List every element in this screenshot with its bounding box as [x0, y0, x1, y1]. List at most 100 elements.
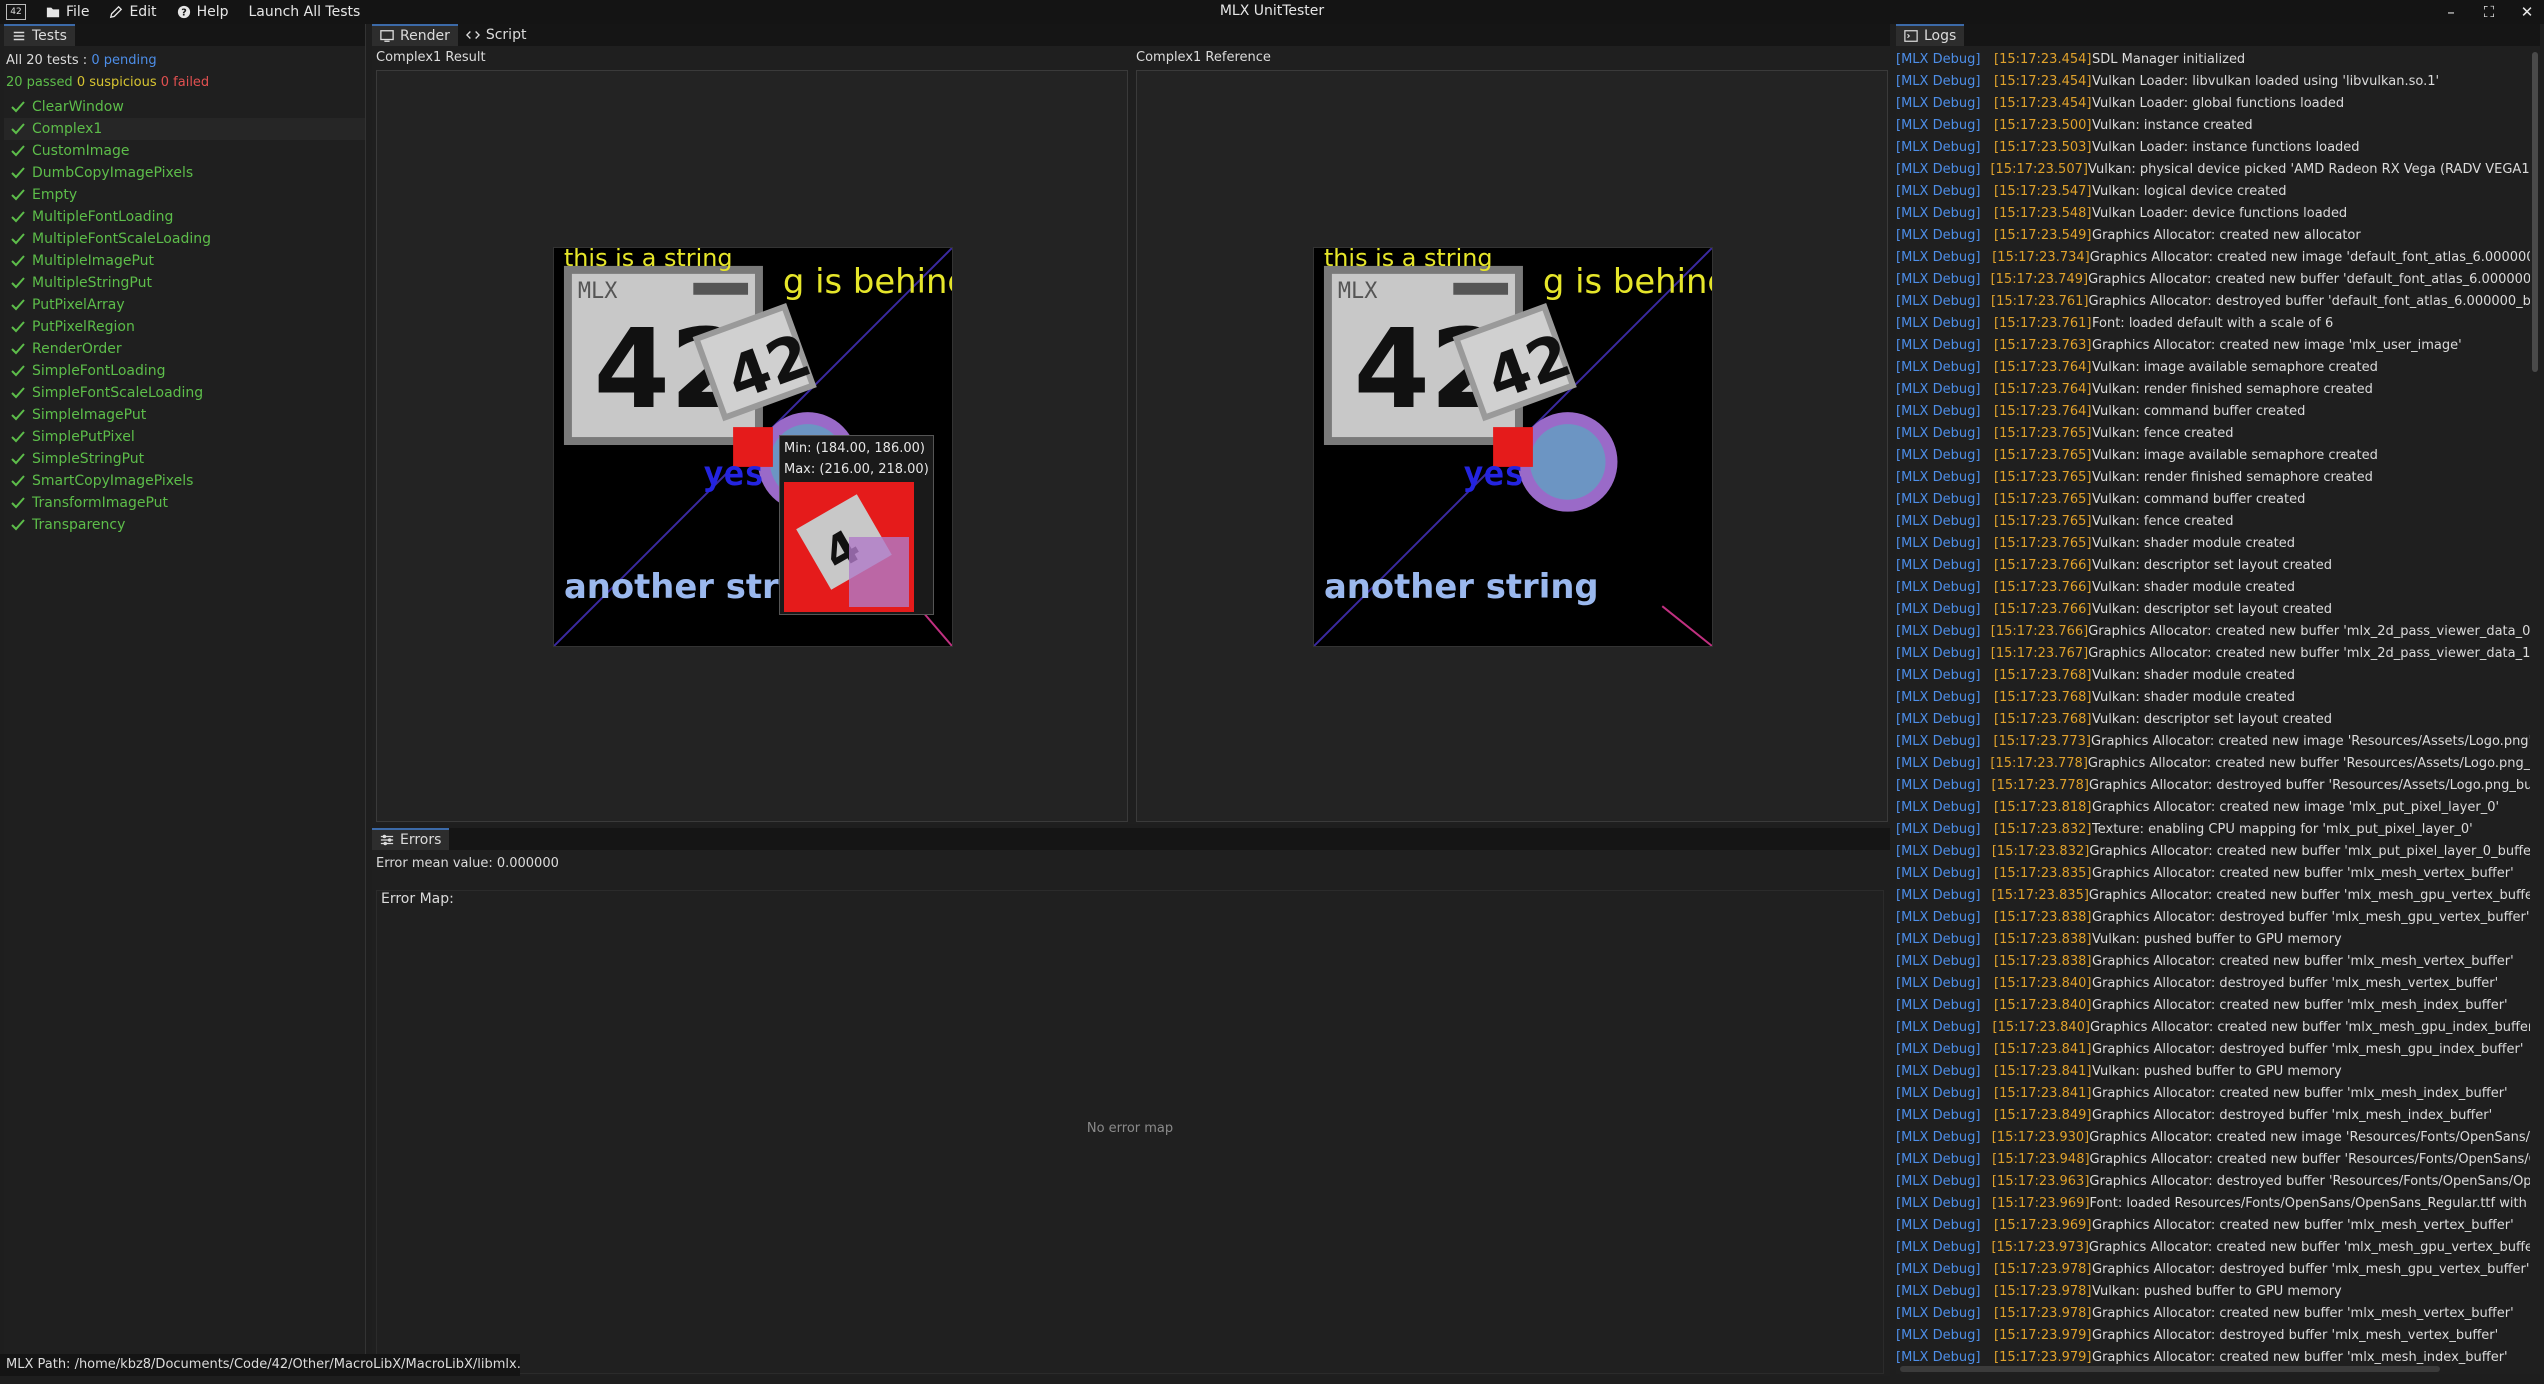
tab-tests[interactable]: Tests — [4, 24, 75, 46]
log-msg: Vulkan: instance created — [2092, 117, 2253, 133]
render-panel: Render Script Complex1 Result Complex1 R… — [372, 24, 1890, 824]
result-view[interactable]: MLX 42 42 this is a string g is behind y… — [376, 70, 1128, 822]
log-row: [MLX Debug] [15:17:23.978] Graphics Alloca… — [1896, 1258, 2530, 1280]
test-item[interactable]: MultipleStringPut — [4, 272, 365, 294]
log-msg: Vulkan: render finished semaphore create… — [2092, 469, 2373, 485]
reference-view[interactable]: MLX 42 42 this is a string g is behind y… — [1136, 70, 1888, 822]
no-error-map-text: No error map — [1086, 1121, 1174, 1136]
tab-render[interactable]: Render — [372, 24, 458, 46]
log-tag: [MLX Debug] — [1896, 821, 1981, 837]
log-time: [15:17:23.840] — [1994, 997, 2092, 1013]
log-time: [15:17:23.765] — [1994, 535, 2092, 551]
log-row: [MLX Debug] [15:17:23.838] Vulkan: pushed … — [1896, 928, 2530, 950]
log-horizontal-scrollbar[interactable] — [1900, 1366, 2440, 1372]
log-time: [15:17:23.963] — [1991, 1173, 2090, 1189]
log-msg: Vulkan: pushed buffer to GPU memory — [2092, 1283, 2342, 1299]
test-item[interactable]: SimpleFontLoading — [4, 360, 365, 382]
log-tag: [MLX Debug] — [1896, 1305, 1981, 1321]
test-item[interactable]: Empty — [4, 184, 365, 206]
log-tag: [MLX Debug] — [1896, 689, 1981, 705]
log-tag: [MLX Debug] — [1896, 557, 1981, 573]
log-time: [15:17:23.734] — [1992, 249, 2090, 265]
test-item[interactable]: SimplePutPixel — [4, 426, 365, 448]
test-item[interactable]: SimpleImagePut — [4, 404, 365, 426]
log-msg: Graphics Allocator: created new buffer '… — [2088, 645, 2530, 661]
test-item[interactable]: PutPixelArray — [4, 294, 365, 316]
menu-help-label: Help — [196, 4, 229, 20]
test-item-label: SimpleFontLoading — [32, 363, 166, 379]
test-item[interactable]: DumbCopyImagePixels — [4, 162, 365, 184]
tab-script[interactable]: Script — [458, 24, 535, 46]
log-row: [MLX Debug] [15:17:23.763] Graphics Alloca… — [1896, 334, 2530, 356]
log-time: [15:17:23.978] — [1994, 1283, 2092, 1299]
log-time: [15:17:23.749] — [1990, 271, 2089, 287]
check-icon — [11, 145, 25, 157]
log-tag: [MLX Debug] — [1896, 1349, 1981, 1365]
menu-help[interactable]: ? Help — [167, 0, 239, 24]
test-item-label: DumbCopyImagePixels — [32, 165, 194, 181]
log-tag: [MLX Debug] — [1896, 1107, 1981, 1123]
log-tag: [MLX Debug] — [1896, 491, 1981, 507]
test-item[interactable]: CustomImage — [4, 140, 365, 162]
log-row: [MLX Debug] [15:17:23.849] Graphics Alloca… — [1896, 1104, 2530, 1126]
log-list[interactable]: [MLX Debug] [15:17:23.454] SDL Manager ini… — [1896, 48, 2530, 1365]
log-row: [MLX Debug] [15:17:23.840] Graphics Alloca… — [1896, 1016, 2530, 1038]
log-msg: Vulkan: logical device created — [2092, 183, 2287, 199]
log-time: [15:17:23.840] — [1992, 1019, 2090, 1035]
check-icon — [11, 409, 25, 421]
log-tag: [MLX Debug] — [1896, 975, 1981, 991]
launch-all-tests-button[interactable]: Launch All Tests — [238, 0, 370, 24]
test-item[interactable]: MultipleFontLoading — [4, 206, 365, 228]
log-time: [15:17:23.768] — [1994, 711, 2092, 727]
maximize-icon[interactable]: ⛶ — [2480, 3, 2498, 21]
check-icon — [11, 277, 25, 289]
test-item[interactable]: MultipleFontScaleLoading — [4, 228, 365, 250]
log-tag: [MLX Debug] — [1896, 1019, 1981, 1035]
log-msg: Vulkan: fence created — [2092, 425, 2234, 441]
log-tag: [MLX Debug] — [1896, 711, 1981, 727]
log-row: [MLX Debug] [15:17:23.766] Graphics Alloca… — [1896, 620, 2530, 642]
close-icon[interactable]: ✕ — [2518, 3, 2536, 21]
log-vertical-scrollbar[interactable] — [2532, 52, 2538, 372]
tooltip-zoom-preview: 4 — [784, 482, 914, 612]
log-msg: Graphics Allocator: created new image 'd… — [2089, 249, 2530, 265]
log-row: [MLX Debug] [15:17:23.765] Vulkan: command… — [1896, 488, 2530, 510]
test-item[interactable]: Complex1 — [4, 118, 365, 140]
test-item[interactable]: ClearWindow — [4, 96, 365, 118]
log-row: [MLX Debug] [15:17:23.548] Vulkan Loader: … — [1896, 202, 2530, 224]
result-label: Complex1 Result — [376, 50, 486, 65]
log-tag: [MLX Debug] — [1896, 1217, 1981, 1233]
log-time: [15:17:23.838] — [1994, 909, 2092, 925]
test-item[interactable]: Transparency — [4, 514, 365, 536]
reference-canvas[interactable]: MLX 42 42 this is a string g is behind y… — [1313, 247, 1713, 647]
test-item[interactable]: SimpleFontScaleLoading — [4, 382, 365, 404]
menu-edit[interactable]: Edit — [99, 0, 166, 24]
log-tag: [MLX Debug] — [1896, 1041, 1981, 1057]
test-item[interactable]: RenderOrder — [4, 338, 365, 360]
tests-summary: All 20 tests : 0 pending 20 passed 0 sus… — [4, 46, 365, 94]
log-time: [15:17:23.979] — [1994, 1327, 2092, 1343]
menu-file[interactable]: File — [36, 0, 99, 24]
log-row: [MLX Debug] [15:17:23.835] Graphics Alloca… — [1896, 884, 2530, 906]
log-time: [15:17:23.764] — [1994, 403, 2092, 419]
log-tag: [MLX Debug] — [1896, 733, 1981, 749]
tab-logs[interactable]: Logs — [1896, 24, 1965, 46]
test-item[interactable]: SimpleStringPut — [4, 448, 365, 470]
minimize-icon[interactable]: – — [2442, 3, 2460, 21]
test-item[interactable]: TransformImagePut — [4, 492, 365, 514]
log-time: [15:17:23.454] — [1994, 95, 2092, 111]
log-time: [15:17:23.840] — [1994, 975, 2092, 991]
log-tag: [MLX Debug] — [1896, 623, 1981, 639]
ref-canvas-string-behind: g is behind — [1543, 262, 1712, 301]
log-row: [MLX Debug] [15:17:23.749] Graphics Alloca… — [1896, 268, 2530, 290]
log-tag: [MLX Debug] — [1896, 1173, 1981, 1189]
tab-errors[interactable]: Errors — [372, 828, 450, 850]
log-row: [MLX Debug] [15:17:23.765] Vulkan: shader … — [1896, 532, 2530, 554]
log-msg: Graphics Allocator: created new buffer '… — [2087, 755, 2530, 771]
test-item[interactable]: SmartCopyImagePixels — [4, 470, 365, 492]
log-tag: [MLX Debug] — [1896, 1085, 1981, 1101]
test-item[interactable]: MultipleImagePut — [4, 250, 365, 272]
test-item-label: SimpleImagePut — [32, 407, 147, 423]
test-item[interactable]: PutPixelRegion — [4, 316, 365, 338]
render-tabbar: Render Script — [372, 24, 1890, 46]
